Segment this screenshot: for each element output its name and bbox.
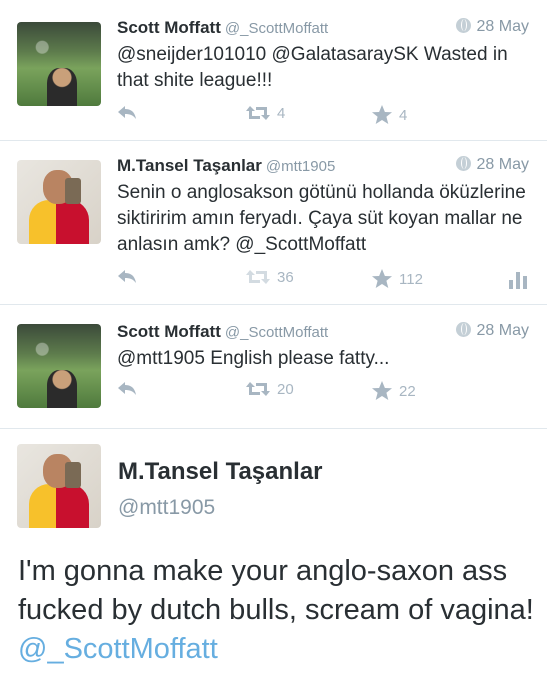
globe-icon — [455, 322, 471, 337]
tweet-meta: Scott Moffatt @_ScottMoffatt — [117, 322, 328, 342]
retweet-icon — [246, 106, 270, 120]
avatar[interactable] — [17, 22, 101, 106]
tweet-actions: 20 22 — [117, 380, 537, 404]
tweet-date[interactable]: 28 May — [455, 156, 529, 174]
detail-tweet-text: I'm gonna make your anglo-saxon ass fuck… — [18, 552, 538, 669]
detail-avatar[interactable] — [17, 444, 101, 528]
reply-button[interactable] — [117, 104, 137, 120]
retweet-button[interactable]: 20 — [245, 380, 294, 398]
star-icon — [372, 269, 392, 288]
tweet-3[interactable]: Scott Moffatt @_ScottMoffatt 28 May @mtt1… — [0, 304, 547, 429]
avatar-shirt — [29, 484, 89, 528]
reply-icon — [118, 382, 136, 395]
favorite-button[interactable]: 112 — [371, 268, 423, 290]
author-name[interactable]: M.Tansel Taşanlar — [117, 156, 262, 175]
tweet-text: Senin o anglosakson götünü hollanda öküz… — [117, 182, 526, 255]
globe-icon — [455, 18, 471, 33]
tweet-meta: M.Tansel Taşanlar @mtt1905 — [117, 156, 335, 176]
retweet-count: 36 — [277, 268, 294, 286]
avatar-person — [47, 370, 77, 408]
retweet-count: 4 — [277, 104, 286, 122]
avatar-person — [47, 68, 77, 106]
tweet-text: @mtt1905 English please fatty... — [117, 348, 390, 369]
date-label: 28 May — [476, 322, 529, 339]
avatar[interactable] — [17, 160, 101, 244]
avatar-shirt — [29, 200, 89, 244]
detail-text: I'm gonna make your anglo-saxon ass fuck… — [18, 555, 534, 626]
avatar-phone — [65, 178, 81, 204]
author-name[interactable]: Scott Moffatt — [117, 322, 221, 341]
author-handle[interactable]: @mtt1905 — [266, 158, 335, 175]
reply-icon — [118, 106, 136, 119]
detail-author-name[interactable]: M.Tansel Taşanlar — [118, 458, 323, 486]
tweet-date[interactable]: 28 May — [455, 18, 529, 36]
reply-icon — [118, 270, 136, 283]
retweet-button[interactable]: 4 — [245, 104, 285, 122]
date-label: 28 May — [476, 18, 529, 35]
date-label: 28 May — [476, 156, 529, 173]
author-handle[interactable]: @_ScottMoffatt — [225, 324, 328, 341]
author-handle[interactable]: @_ScottMoffatt — [225, 20, 328, 37]
tweet-1[interactable]: Scott Moffatt @_ScottMoffatt 28 May @snei… — [0, 0, 547, 141]
reply-button[interactable] — [117, 380, 137, 396]
tweet-2[interactable]: M.Tansel Taşanlar @mtt1905 28 May Senin o… — [0, 140, 547, 305]
tweet-actions: 4 4 — [117, 104, 537, 128]
favorite-button[interactable]: 4 — [371, 104, 407, 126]
avatar[interactable] — [17, 324, 101, 408]
detail-author-handle[interactable]: @mtt1905 — [118, 496, 215, 520]
retweet-icon — [246, 382, 270, 396]
favorite-count: 22 — [399, 382, 416, 400]
retweet-count: 20 — [277, 380, 294, 398]
reply-button[interactable] — [117, 268, 137, 284]
star-icon — [372, 105, 392, 124]
author-name[interactable]: Scott Moffatt — [117, 18, 221, 37]
tweet-date[interactable]: 28 May — [455, 322, 529, 340]
detail-mention-link[interactable]: @_ScottMoffatt — [18, 633, 218, 665]
favorite-button[interactable]: 22 — [371, 380, 416, 402]
tweet-actions: 36 112 — [117, 268, 537, 292]
retweet-icon — [246, 270, 270, 284]
favorite-count: 4 — [399, 106, 408, 124]
retweet-button[interactable]: 36 — [245, 268, 294, 286]
favorite-count: 112 — [399, 270, 423, 288]
globe-icon — [455, 156, 471, 171]
avatar-phone — [65, 462, 81, 488]
tweet-meta: Scott Moffatt @_ScottMoffatt — [117, 18, 328, 38]
bars-icon[interactable] — [507, 268, 529, 290]
tweet-text: @sneijder101010 @GalatasaraySK Wasted in… — [117, 44, 508, 91]
star-icon — [372, 381, 392, 400]
